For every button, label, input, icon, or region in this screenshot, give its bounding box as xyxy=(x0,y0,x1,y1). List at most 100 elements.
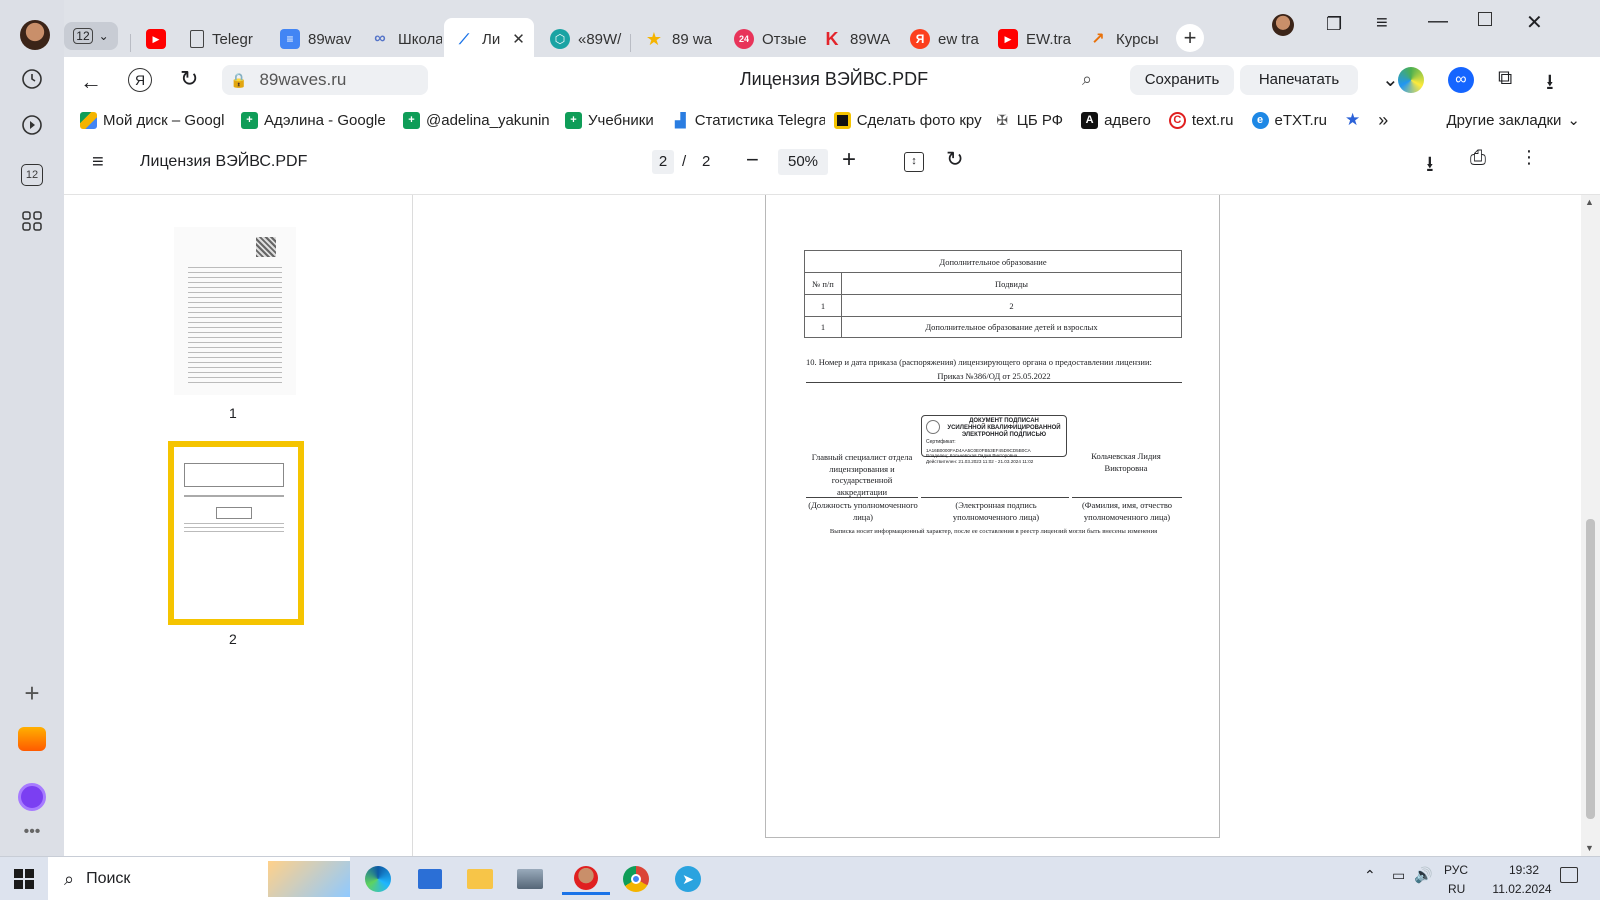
bookmark-item[interactable]: + @adelina_yakunin xyxy=(394,111,556,129)
back-icon[interactable]: ← xyxy=(80,69,102,95)
bookmark-item[interactable]: A адвего xyxy=(1072,111,1160,129)
new-tab-button[interactable]: + xyxy=(1176,24,1204,52)
profile-avatar[interactable] xyxy=(20,20,50,50)
user-avatar[interactable] xyxy=(1272,14,1294,36)
page-thumbnail-2[interactable] xyxy=(168,441,304,625)
tray-chevron-up-icon[interactable]: ⌃ xyxy=(1364,867,1376,884)
video-play-icon[interactable] xyxy=(15,108,49,142)
tab-group-button[interactable]: 12 ⌄ xyxy=(64,22,118,50)
apps-grid-icon[interactable] xyxy=(15,204,49,238)
vertical-scrollbar[interactable]: ▲ ▼ xyxy=(1581,195,1600,856)
bookmark-item[interactable]: ▟ Статистика Telegra xyxy=(663,112,825,129)
menu-icon[interactable]: ≡ xyxy=(1376,12,1388,35)
page-number-input[interactable]: 2 xyxy=(652,150,674,174)
tab-youtube[interactable]: ▶ xyxy=(136,22,180,56)
chart-icon: ↗ xyxy=(1091,31,1105,48)
bookmark-item[interactable]: C text.ru xyxy=(1160,111,1243,129)
file-manager-icon[interactable] xyxy=(414,863,446,895)
pdf-print-icon[interactable]: ⎙ xyxy=(1470,147,1486,170)
bookmark-star-icon[interactable]: ★ xyxy=(1336,110,1369,130)
tab-group-count: 12 xyxy=(73,28,93,44)
add-panel-icon[interactable]: + xyxy=(15,676,49,710)
clock-time[interactable]: 19:32 xyxy=(1494,863,1554,877)
scroll-thumb[interactable] xyxy=(1586,519,1595,819)
close-window-icon[interactable]: ✕ xyxy=(1526,10,1543,35)
photos-icon[interactable] xyxy=(514,863,546,895)
tab-telegram-doc[interactable]: Telegr xyxy=(180,22,264,56)
rotate-icon[interactable]: ↻ xyxy=(946,147,964,172)
stamp-cert-label: Сертификат: xyxy=(926,439,956,445)
tabs-counter-icon[interactable]: 12 xyxy=(15,158,49,192)
telegram-icon[interactable]: ➤ xyxy=(672,863,704,895)
scroll-up-icon[interactable]: ▲ xyxy=(1585,197,1594,207)
bookmark-label: Адэлина - Google xyxy=(264,111,386,129)
lang-indicator-bottom[interactable]: RU xyxy=(1448,882,1465,896)
bookmark-item[interactable]: e eTXT.ru xyxy=(1243,111,1337,129)
yandex-browser-taskbar-icon[interactable] xyxy=(562,863,610,895)
tab-89wa-star[interactable]: ★ 89 wa xyxy=(634,22,722,56)
bookmark-item[interactable]: + Учебники xyxy=(556,111,663,129)
zoom-level-input[interactable]: 50% xyxy=(778,149,828,175)
bookmark-item[interactable]: Сделать фото кру xyxy=(825,111,985,129)
translate-icon[interactable]: ⧉ xyxy=(1498,67,1512,90)
tab-label: 89wav xyxy=(308,30,352,48)
history-icon[interactable] xyxy=(15,62,49,96)
mail-icon[interactable] xyxy=(15,722,49,756)
edge-icon[interactable] xyxy=(362,863,394,895)
more-options-icon[interactable]: ⋮ xyxy=(1520,147,1538,168)
save-button[interactable]: Сохранить xyxy=(1130,65,1234,95)
tab-reviews[interactable]: 24 Отзые xyxy=(724,22,816,56)
tab-89wa-quote[interactable]: ⬡ «89W/ xyxy=(540,22,630,56)
more-dots-icon[interactable]: ••• xyxy=(15,815,49,849)
advego-icon: A xyxy=(1081,111,1099,129)
extension-infinity-icon[interactable]: ∞ xyxy=(1448,67,1474,93)
lang-indicator-top[interactable]: РУС xyxy=(1444,863,1468,877)
yandex-home-icon[interactable]: Я xyxy=(128,68,152,92)
bookmarks-more-button[interactable]: » xyxy=(1369,110,1397,131)
print-button[interactable]: Напечатать xyxy=(1240,65,1358,95)
download-icon[interactable]: ⭳ xyxy=(1546,65,1554,103)
zoom-in-icon[interactable]: + xyxy=(842,146,856,174)
chevron-down-icon: ⌄ xyxy=(1567,112,1580,129)
bookmark-label: eTXT.ru xyxy=(1274,111,1328,129)
tray-volume-icon[interactable]: 🔊 xyxy=(1414,866,1433,884)
pdf-download-icon[interactable]: ⭳ xyxy=(1426,147,1434,185)
bookmark-item[interactable]: Мой диск – Googl xyxy=(64,111,232,129)
chevron-down-icon[interactable]: ⌄ xyxy=(1382,67,1399,92)
tab-ew-youtube[interactable]: ▶ EW.tra xyxy=(988,22,1080,56)
tray-camera-icon[interactable]: ▭ xyxy=(1392,867,1405,884)
windows-start-icon[interactable] xyxy=(8,863,40,895)
tab-school[interactable]: ∞ Школа xyxy=(360,22,442,56)
page-thumbnail-1[interactable] xyxy=(174,227,296,395)
windows-taskbar: ⌕ Поиск ➤ ⌃ ▭ 🔊 РУС RU 19:32 11.02.2024 xyxy=(0,856,1600,900)
folder-icon[interactable] xyxy=(464,863,496,895)
search-in-page-icon[interactable]: ⌕ xyxy=(1082,69,1092,90)
tab-89waves-doc[interactable]: ≡ 89wav xyxy=(270,22,356,56)
other-bookmarks-button[interactable]: Другие закладки ⌄ xyxy=(1437,111,1600,130)
url-box[interactable]: 🔒 89waves.ru xyxy=(222,65,428,95)
tab-ew-tra[interactable]: Я ew tra xyxy=(900,22,992,56)
hexagon-icon: ⬡ xyxy=(550,29,570,49)
tab-courses[interactable]: ↗ Курсы xyxy=(1078,22,1170,56)
extension-compass-icon[interactable] xyxy=(1398,67,1424,93)
taskbar-search[interactable]: ⌕ Поиск xyxy=(48,857,350,900)
minimize-icon[interactable]: — xyxy=(1428,10,1448,33)
hamburger-menu-icon[interactable]: ≡ xyxy=(92,151,104,174)
chevron-down-icon: ⌄ xyxy=(98,29,109,43)
scroll-down-icon[interactable]: ▼ xyxy=(1585,843,1594,853)
bookmark-item[interactable]: ✠ ЦБ РФ xyxy=(985,112,1072,129)
collections-icon[interactable]: ❐ xyxy=(1326,14,1342,35)
alice-assistant-icon[interactable] xyxy=(15,780,49,814)
link-icon: ∞ xyxy=(374,30,386,47)
tab-89wa-k[interactable]: K 89WA xyxy=(812,22,902,56)
clock-date[interactable]: 11.02.2024 xyxy=(1480,882,1564,896)
tab-license-pdf[interactable]: ⟋ Ли ✕ xyxy=(444,18,534,60)
chrome-icon[interactable] xyxy=(620,863,652,895)
zoom-out-icon[interactable]: − xyxy=(746,147,759,173)
close-tab-icon[interactable]: ✕ xyxy=(512,30,525,48)
bookmark-item[interactable]: + Адэлина - Google xyxy=(232,111,394,129)
maximize-icon[interactable] xyxy=(1478,12,1492,26)
fit-page-icon[interactable]: ↕ xyxy=(904,152,924,172)
notifications-icon[interactable] xyxy=(1560,867,1578,883)
reload-icon[interactable]: ↻ xyxy=(180,66,198,92)
